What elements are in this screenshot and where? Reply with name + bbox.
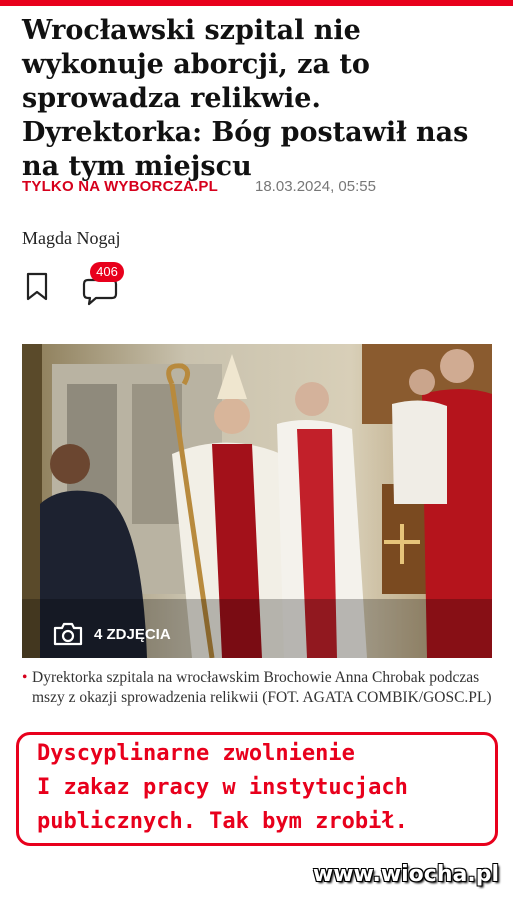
photo-count-label[interactable]: 4 ZDJĘCIA: [52, 620, 171, 648]
photo-caption: • Dyrektorka szpitala na wrocławskim Bro…: [22, 668, 492, 708]
publish-date: 18.03.2024, 05:55: [255, 178, 376, 195]
bookmark-icon[interactable]: [24, 272, 50, 302]
photo-count-text: 4 ZDJĘCIA: [94, 625, 171, 643]
overlay-line-2: I zakaz pracy w instytucjach: [37, 775, 408, 800]
photo-illustration: [22, 344, 492, 658]
article-title: Wrocławski szpital nie wykonuje aborcji,…: [22, 15, 469, 182]
comment-overlay-box: Dyscyplinarne zwolnienie I zakaz pracy w…: [16, 732, 498, 846]
camera-icon: [53, 622, 83, 646]
caption-bullet: •: [22, 669, 28, 686]
caption-text: Dyrektorka szpitala na wrocławskim Broch…: [32, 669, 492, 706]
author-name[interactable]: Magda Nogaj: [22, 228, 120, 249]
overlay-line-3: publicznych. Tak bym zrobił.: [37, 809, 408, 834]
article-meta: TYLKO NA WYBORCZA.PL 18.03.2024, 05:55: [22, 178, 492, 198]
exclusive-tag[interactable]: TYLKO NA WYBORCZA.PL: [22, 178, 218, 195]
site-watermark: www.wiocha.pl: [312, 862, 499, 887]
top-accent-bar: [0, 0, 513, 6]
article-photo[interactable]: 4 ZDJĘCIA: [22, 344, 492, 658]
article-actions: 406: [22, 262, 162, 308]
comment-count-badge[interactable]: 406: [90, 262, 124, 282]
overlay-line-1: Dyscyplinarne zwolnienie: [37, 741, 355, 766]
